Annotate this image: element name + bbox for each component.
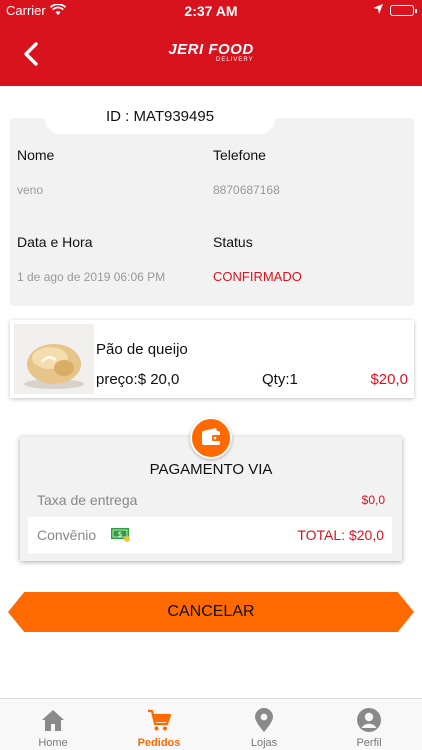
tab-profile[interactable]: Perfil (319, 699, 419, 750)
tab-orders-label: Pedidos (137, 737, 181, 749)
delivery-fee-row: Taxa de entrega $0,0 (20, 483, 402, 515)
order-details-card: Nome veno Telefone 8870687168 Data e Hor… (10, 118, 414, 306)
product-image (14, 324, 94, 394)
name-value: veno (17, 183, 44, 197)
payment-method-label: Convênio (37, 527, 97, 543)
nav-bar: Carrier 2:37 AM JERI FOOD DELIVERY (0, 0, 422, 86)
svg-text:$: $ (118, 531, 122, 539)
user-icon (357, 708, 381, 732)
battery-icon (390, 5, 417, 16)
status-label: Status (213, 234, 253, 250)
brand-logo: JERI FOOD DELIVERY (0, 41, 422, 63)
payment-total: TOTAL: $20,0 (297, 527, 384, 543)
status-value: CONFIRMADO (213, 269, 302, 284)
order-id-badge: ID : MAT939495 (44, 100, 276, 134)
product-quantity: Qty:1 (262, 371, 298, 388)
phone-value: 8870687168 (213, 183, 280, 197)
payment-title: PAGAMENTO VIA (149, 461, 273, 478)
status-bar: Carrier 2:37 AM (0, 0, 422, 22)
brand-name: JERI FOOD (168, 41, 254, 58)
home-icon (42, 710, 64, 731)
tab-orders[interactable]: Pedidos (109, 699, 209, 750)
datetime-value: 1 de ago de 2019 06:06 PM (17, 270, 166, 284)
cancel-order-button[interactable]: CANCELAR (8, 592, 414, 632)
cart-icon (148, 709, 172, 731)
datetime-label: Data e Hora (17, 234, 93, 250)
tab-stores[interactable]: Lojas (214, 699, 314, 750)
brand-subtitle: DELIVERY (216, 57, 254, 63)
tab-home-label: Home (38, 737, 68, 749)
name-label: Nome (17, 147, 55, 163)
tab-home[interactable]: Home (3, 699, 103, 750)
tab-stores-label: Lojas (250, 737, 278, 749)
product-item: Pão de queijo preço:$ 20,0 Qty:1 $20,0 (10, 320, 414, 398)
wallet-icon (190, 417, 232, 459)
product-price: preço:$ 20,0 (96, 371, 180, 388)
cash-icon: $ (111, 528, 130, 542)
tab-profile-label: Perfil (356, 737, 382, 749)
phone-label: Telefone (213, 147, 266, 163)
clock: 2:37 AM (184, 3, 238, 19)
location-arrow-icon (373, 4, 383, 14)
tab-bar: Home Pedidos Lojas Perfil (0, 698, 422, 750)
product-total: $20,0 (370, 371, 408, 388)
location-pin-icon (255, 708, 273, 732)
payment-method-row: Convênio $ TOTAL: $20,0 (28, 517, 392, 553)
product-name: Pão de queijo (96, 341, 188, 358)
delivery-fee-value: $0,0 (361, 493, 385, 507)
delivery-fee-label: Taxa de entrega (37, 492, 138, 508)
